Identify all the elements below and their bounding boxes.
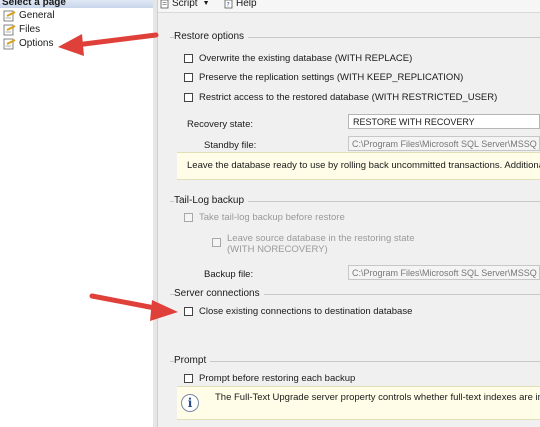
info-icon: i [181, 394, 199, 412]
close-connections-option[interactable]: Close existing connections to destinatio… [184, 306, 412, 317]
page-selector-header: Select a page [0, 0, 153, 8]
standby-file-label: Standby file: [204, 140, 257, 151]
prompt-divider [170, 361, 540, 362]
standby-file-field[interactable]: C:\Program Files\Microsoft SQL Server\MS… [348, 136, 540, 151]
fulltext-info-panel: i The Full-Text Upgrade server property … [177, 386, 540, 420]
leave-source-sublabel: (WITH NORECOVERY) [227, 244, 328, 255]
take-tail-log-label: Take tail-log backup before restore [199, 212, 345, 223]
page-icon [3, 38, 16, 49]
recovery-info-panel: Leave the database ready to use by rolli… [177, 152, 540, 180]
keep-replication-checkbox[interactable] [184, 73, 193, 82]
prompt-before-label: Prompt before restoring each backup [199, 373, 356, 384]
backup-file-label: Backup file: [204, 269, 254, 280]
nav-item-label: Files [19, 24, 41, 35]
take-tail-log-option[interactable]: Take tail-log backup before restore [184, 212, 345, 223]
backup-file-field[interactable]: C:\Program Files\Microsoft SQL Server\MS… [348, 265, 540, 280]
toolbar: Script ▼ ? Help [158, 0, 540, 13]
overwrite-option[interactable]: Overwrite the existing database (WITH RE… [184, 53, 412, 64]
keep-replication-option[interactable]: Preserve the replication settings (WITH … [184, 72, 463, 83]
prompt-before-checkbox[interactable] [184, 374, 193, 383]
nav-item-general[interactable]: General [3, 9, 55, 22]
chevron-down-icon: ▼ [202, 0, 210, 7]
help-icon: ? [224, 0, 233, 8]
fulltext-info-text: The Full-Text Upgrade server property co… [215, 392, 540, 403]
page-icon [3, 24, 16, 35]
restricted-user-option[interactable]: Restrict access to the restored database… [184, 92, 497, 103]
help-button[interactable]: ? Help [224, 0, 257, 9]
overwrite-checkbox[interactable] [184, 54, 193, 63]
take-tail-log-checkbox[interactable] [184, 213, 193, 222]
nav-item-files[interactable]: Files [3, 23, 40, 36]
tail-log-title: Tail-Log backup [174, 195, 249, 206]
leave-source-label: Leave source database in the restoring s… [227, 233, 415, 244]
svg-text:?: ? [227, 1, 230, 8]
nav-item-label: Options [19, 38, 54, 49]
nav-item-label: General [19, 10, 55, 21]
script-label: Script [172, 0, 198, 9]
recovery-info-text: Leave the database ready to use by rolli… [187, 160, 540, 171]
restore-options-title: Restore options [174, 31, 249, 42]
keep-replication-label: Preserve the replication settings (WITH … [199, 72, 464, 83]
help-label: Help [236, 0, 257, 9]
prompt-title: Prompt [174, 355, 211, 366]
close-connections-label: Close existing connections to destinatio… [199, 306, 413, 317]
script-icon [160, 0, 169, 8]
leave-source-checkbox[interactable] [212, 238, 221, 247]
recovery-state-select[interactable]: RESTORE WITH RECOVERY [348, 114, 540, 129]
leave-source-option[interactable]: Leave source database in the restoring s… [212, 233, 414, 255]
pane-splitter[interactable] [153, 0, 158, 427]
restricted-user-label: Restrict access to the restored database… [199, 92, 498, 103]
page-selector-pane: Select a page General Files Options [0, 0, 154, 427]
page-selector-title: Select a page [2, 0, 66, 8]
page-icon [3, 10, 16, 21]
overwrite-label: Overwrite the existing database (WITH RE… [199, 53, 413, 64]
close-connections-checkbox[interactable] [184, 307, 193, 316]
restricted-user-checkbox[interactable] [184, 93, 193, 102]
nav-item-options[interactable]: Options [3, 37, 53, 50]
prompt-before-option[interactable]: Prompt before restoring each backup [184, 373, 355, 384]
server-connections-title: Server connections [174, 288, 264, 299]
script-button[interactable]: Script ▼ [160, 0, 210, 9]
recovery-state-label: Recovery state: [187, 119, 253, 130]
